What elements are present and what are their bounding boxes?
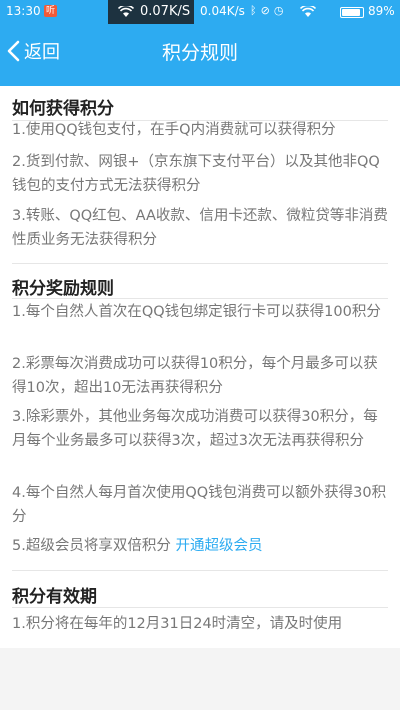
rule-item-text: 5.超级会员将享双倍积分 [12, 538, 171, 554]
wifi-icon [118, 6, 134, 17]
app-header: 13:30 听 0.07K/S 0.04K/s ᛒ⊘◷ 89% 返回 积分规则 [0, 0, 400, 86]
open-super-vip-link[interactable]: 开通超级会员 [175, 538, 262, 554]
rule-item: 3.除彩票外，其他业务每次成功消费可以获得30积分，每月每个业务最多可以获得3次… [12, 409, 378, 449]
battery-fill [342, 9, 360, 16]
section-divider [12, 607, 388, 608]
rule-item: 3.转账、QQ红包、AA收款、信用卡还款、微粒贷等非消费性质业务无法获得积分 [12, 208, 388, 248]
notification-badge: 听 [44, 5, 58, 17]
bluetooth-icon: ᛒ [250, 4, 261, 17]
rules-content: 如何获得积分 1.使用QQ钱包支付，在手Q内消费就可以获得积分 2.货到付款、网… [0, 86, 400, 648]
network-speed-secondary: 0.04K/s [200, 4, 245, 18]
network-speed: 0.07K/S [140, 4, 191, 19]
rule-item: 1.积分将在每年的12月31日24时清空，请及时使用 [12, 616, 343, 632]
status-icons: ᛒ⊘◷ [250, 4, 287, 17]
bottom-blank-area [0, 648, 400, 710]
alarm-icon: ⊘ [260, 4, 274, 17]
wifi-icon [300, 6, 316, 17]
clock-icon: ◷ [273, 4, 288, 17]
section-title: 积分奖励规则 [12, 279, 114, 299]
rule-item: 4.每个自然人每月首次使用QQ钱包消费可以额外获得30积分 [12, 485, 387, 525]
section-divider [12, 298, 388, 299]
rule-item: 2.彩票每次消费成功可以获得10积分，每个月最多可以获得10次，超出10无法再获… [12, 356, 378, 396]
rule-item: 1.使用QQ钱包支付，在手Q内消费就可以获得积分 [12, 122, 336, 138]
section-divider [12, 570, 388, 571]
status-time: 13:30 [6, 4, 41, 18]
battery-percent: 89% [368, 4, 395, 18]
section-title: 积分有效期 [12, 587, 97, 607]
page-title: 积分规则 [161, 42, 238, 64]
nav-bar: 返回 积分规则 [0, 24, 400, 86]
rule-item: 1.每个自然人首次在QQ钱包绑定银行卡可以获得100积分 [12, 304, 381, 320]
status-bar: 13:30 听 0.07K/S 0.04K/s ᛒ⊘◷ 89% [0, 0, 400, 24]
rule-item: 5.超级会员将享双倍积分 开通超级会员 [12, 534, 388, 558]
rule-item: 2.货到付款、网银+（京东旗下支付平台）以及其他非QQ钱包的支付方式无法获得积分 [12, 154, 380, 194]
battery-icon [340, 7, 364, 18]
section-divider [12, 263, 388, 264]
section-title: 如何获得积分 [12, 99, 114, 119]
